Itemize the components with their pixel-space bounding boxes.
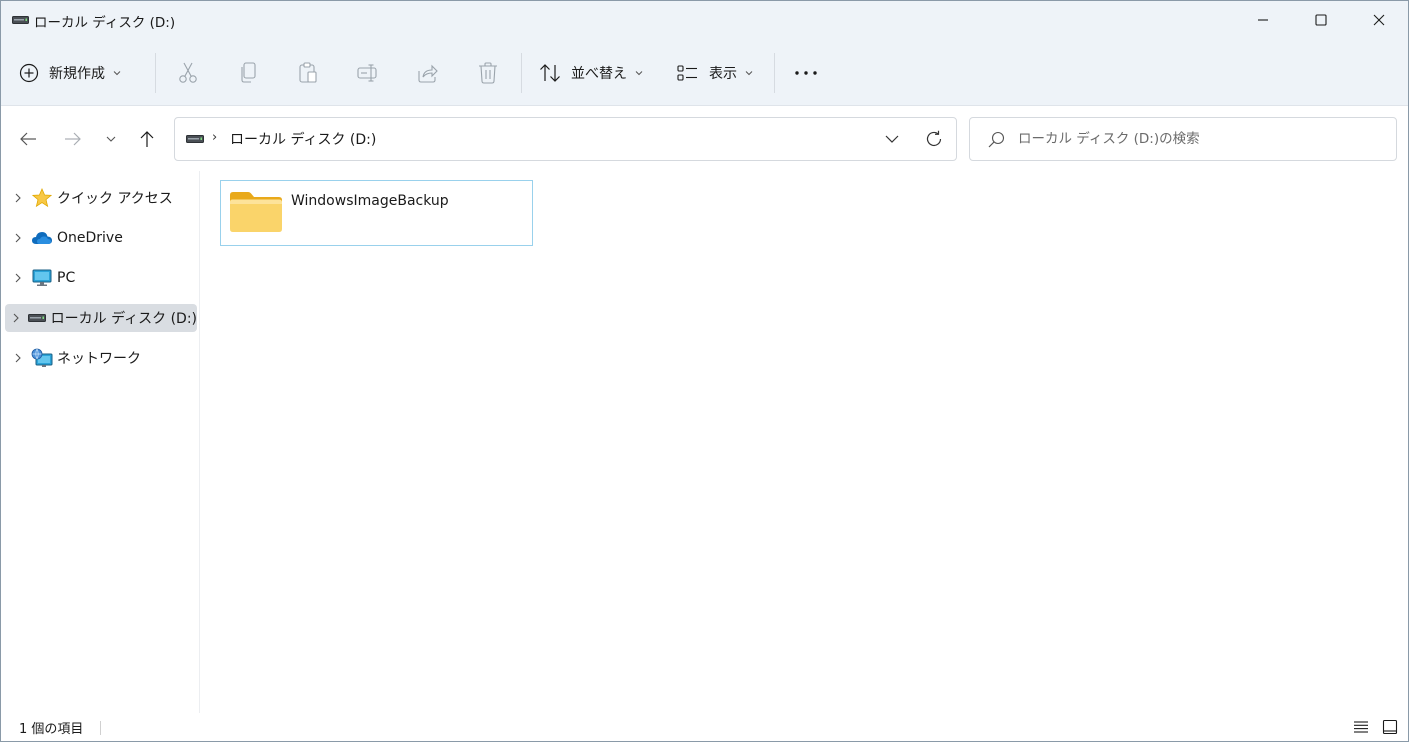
forward-button[interactable] [59, 125, 87, 153]
chevron-down-icon [885, 135, 899, 143]
new-button[interactable]: 新規作成 [19, 53, 121, 93]
details-view-button[interactable] [1351, 717, 1371, 737]
sort-button[interactable]: 並べ替え [539, 53, 643, 93]
network-icon [31, 348, 53, 368]
arrow-left-icon [20, 132, 36, 146]
sidebar-item-label: OneDrive [57, 230, 123, 246]
sidebar-item-network[interactable]: ネットワーク [5, 344, 197, 372]
drive-icon [186, 135, 204, 143]
new-button-label: 新規作成 [49, 66, 105, 82]
sidebar-item-label: ネットワーク [57, 351, 141, 367]
delete-icon [479, 62, 497, 84]
close-icon [1373, 14, 1385, 26]
sidebar-item-onedrive[interactable]: OneDrive [5, 224, 197, 252]
delete-button[interactable] [476, 61, 500, 85]
folder-icon [230, 192, 282, 232]
command-bar: 新規作成 並べ替え 表示 [1, 41, 1408, 106]
large-icons-view-button[interactable] [1380, 717, 1400, 737]
maximize-icon [1315, 14, 1327, 26]
expand-chevron-icon[interactable] [5, 193, 31, 203]
refresh-button[interactable] [923, 128, 945, 150]
folder-item[interactable]: WindowsImageBackup [220, 180, 533, 246]
sidebar-item-local-disk-d[interactable]: ローカル ディスク (D:) [5, 304, 197, 332]
sort-button-label: 並べ替え [571, 66, 627, 82]
drive-icon [12, 16, 29, 24]
file-explorer-window: ローカル ディスク (D:) 新規作成 並べ替え 表示 › ローカル ディスク … [0, 0, 1409, 742]
toolbar-divider [521, 53, 522, 93]
copy-icon [241, 62, 256, 83]
navigation-pane: クイック アクセス OneDrive PC ローカル ディスク (D:) ネット… [1, 171, 200, 713]
plus-circle-icon [19, 63, 39, 83]
breadcrumb-item[interactable]: ローカル ディスク (D:) [230, 129, 376, 149]
copy-button[interactable] [236, 61, 260, 85]
cut-button[interactable] [176, 61, 200, 85]
search-input[interactable] [1018, 128, 1378, 150]
expand-chevron-icon[interactable] [5, 233, 31, 243]
more-icon [795, 71, 817, 75]
close-button[interactable] [1350, 1, 1408, 39]
sidebar-item-label: ローカル ディスク (D:) [50, 311, 197, 327]
share-icon [418, 64, 438, 83]
sidebar-item-label: PC [57, 270, 76, 286]
breadcrumb-separator[interactable]: › [212, 130, 217, 145]
title-bar: ローカル ディスク (D:) [1, 1, 1408, 41]
drive-icon [28, 308, 47, 328]
more-options-button[interactable] [793, 61, 819, 85]
maximize-button[interactable] [1292, 1, 1350, 39]
toolbar-divider [155, 53, 156, 93]
expand-chevron-icon[interactable] [5, 313, 28, 323]
chevron-down-icon [745, 71, 753, 76]
share-button[interactable] [416, 61, 440, 85]
cloud-icon [31, 228, 53, 248]
chevron-down-icon [635, 71, 643, 76]
recent-locations-button[interactable] [97, 125, 125, 153]
rename-icon [357, 64, 377, 82]
window-title: ローカル ディスク (D:) [34, 15, 176, 31]
minimize-icon [1258, 19, 1268, 21]
status-divider [100, 721, 101, 735]
details-view-icon [1354, 721, 1368, 733]
sidebar-item-pc[interactable]: PC [5, 264, 197, 292]
search-box[interactable] [969, 117, 1397, 161]
sidebar-item-label: クイック アクセス [57, 191, 173, 207]
star-icon [31, 188, 53, 208]
cut-icon [179, 62, 197, 83]
minimize-button[interactable] [1234, 1, 1292, 39]
expand-chevron-icon[interactable] [5, 353, 31, 363]
refresh-icon [926, 130, 942, 147]
search-icon [988, 131, 1005, 148]
rename-button[interactable] [356, 61, 380, 85]
view-button-label: 表示 [709, 66, 737, 82]
chevron-down-icon [113, 71, 121, 76]
expand-chevron-icon[interactable] [5, 273, 31, 283]
sort-icon [540, 64, 560, 82]
paste-button[interactable] [296, 61, 320, 85]
monitor-icon [31, 268, 53, 288]
back-button[interactable] [14, 125, 42, 153]
address-bar[interactable]: › ローカル ディスク (D:) [174, 117, 957, 161]
address-history-button[interactable] [881, 128, 903, 150]
chevron-down-icon [106, 136, 116, 142]
arrow-right-icon [65, 132, 81, 146]
folder-name: WindowsImageBackup [291, 193, 449, 209]
view-button[interactable]: 表示 [677, 53, 753, 93]
item-count-status: 1 個の項目 [19, 722, 84, 737]
sidebar-item-quick-access[interactable]: クイック アクセス [5, 184, 197, 212]
up-button[interactable] [133, 125, 161, 153]
paste-icon [299, 62, 317, 83]
arrow-up-icon [140, 131, 154, 147]
view-layout-icon [677, 65, 697, 81]
tiles-view-icon [1382, 719, 1398, 735]
toolbar-divider [774, 53, 775, 93]
